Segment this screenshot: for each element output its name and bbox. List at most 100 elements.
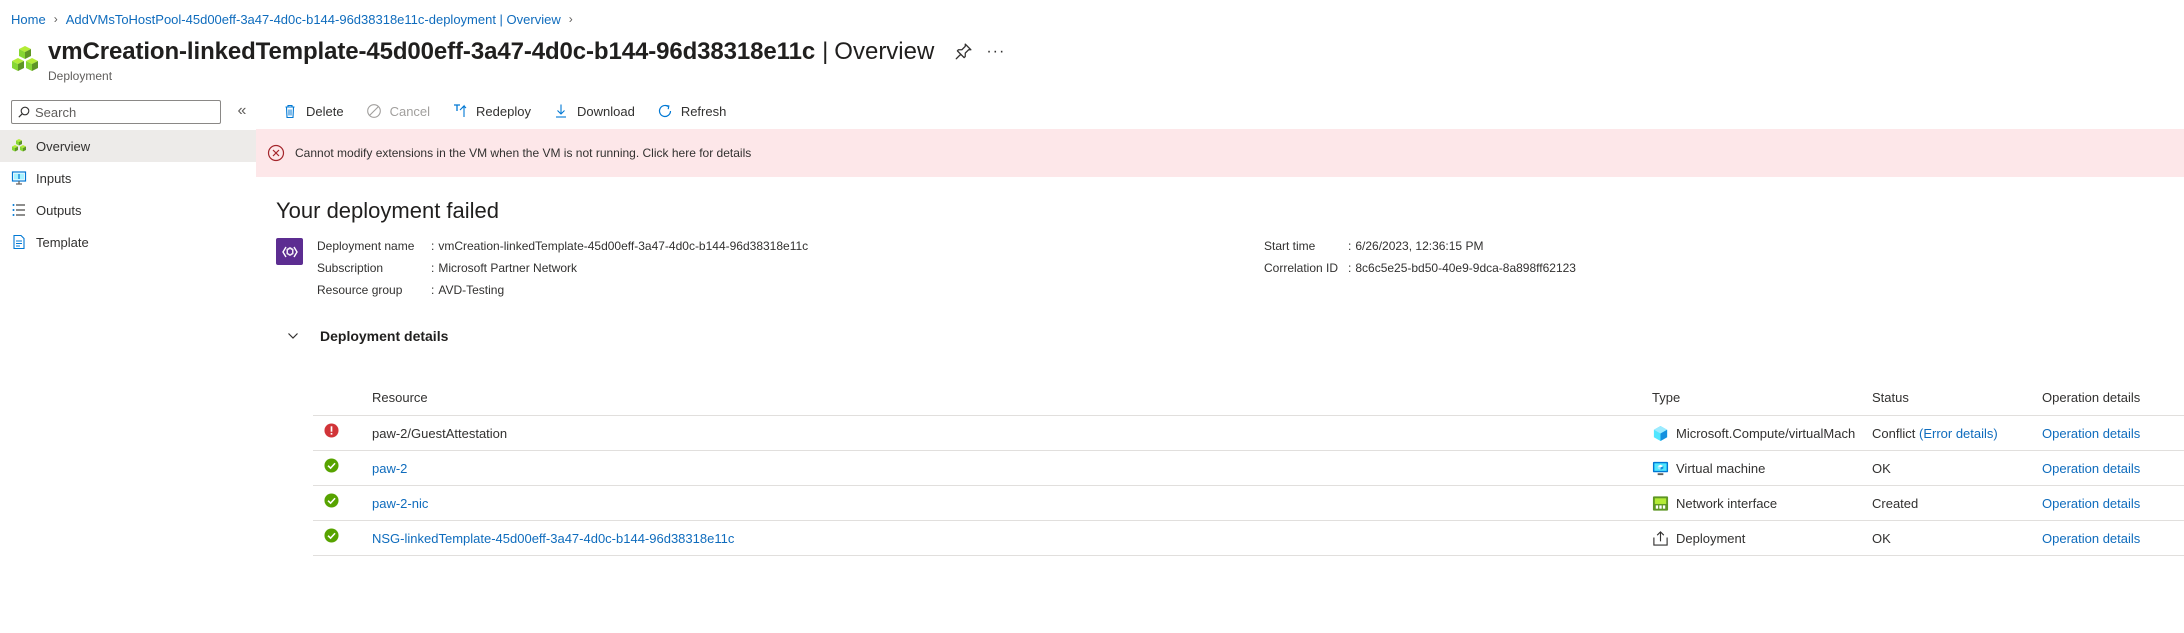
- network-interface-icon: [1652, 495, 1669, 511]
- page-title: vmCreation-linkedTemplate-45d00eff-3a47-…: [48, 38, 816, 65]
- refresh-button[interactable]: Refresh: [657, 103, 727, 119]
- row-state-cell: [313, 493, 372, 508]
- trash-icon: [285, 104, 295, 119]
- resource-type: Virtual machine: [1676, 460, 1766, 476]
- operation-details-link[interactable]: Operation details: [2042, 426, 2184, 441]
- row-state-cell: [313, 423, 372, 438]
- sidebar-item-inputs[interactable]: Inputs: [0, 162, 256, 194]
- operation-details-column-header: Operation details: [2042, 390, 2141, 405]
- download-icon: [555, 104, 566, 118]
- breadcrumb-home-link[interactable]: Home: [11, 12, 46, 27]
- property-separator: :: [1348, 239, 1352, 253]
- resource-type: Microsoft.Compute/virtualMach: [1676, 425, 1856, 441]
- row-state-cell: [313, 458, 372, 473]
- resource-type: Deployment: [1676, 530, 1746, 546]
- operation-details-link[interactable]: Operation details: [2042, 461, 2184, 476]
- table-row: paw-2/GuestAttestation Microsoft.Compute…: [313, 416, 2184, 451]
- error-banner-message: Cannot modify extensions in the VM when …: [295, 146, 752, 160]
- breadcrumb-chevron-icon: ›: [568, 12, 573, 26]
- deployment-cubes-icon: [12, 46, 38, 71]
- status-cell: OK: [1872, 461, 2042, 476]
- page-subtitle: Overview: [834, 38, 935, 65]
- subscription-label: Subscription: [317, 261, 384, 275]
- property-separator: :: [431, 239, 435, 253]
- type-cell: Network interface: [1652, 495, 1872, 512]
- resource-link[interactable]: NSG-linkedTemplate-45d00eff-3a47-4d0c-b1…: [372, 531, 1652, 546]
- error-status-icon: [324, 423, 339, 438]
- start-time-value: 6/26/2023, 12:36:15 PM: [1355, 239, 1484, 253]
- deployment-properties-right: Start time : 6/26/2023, 12:36:15 PM Corr…: [1264, 235, 1576, 279]
- type-cell: Virtual machine: [1652, 460, 1872, 477]
- type-cell: Deployment: [1652, 530, 1872, 547]
- type-column-header: Type: [1652, 390, 1681, 405]
- resource-link[interactable]: paw-2: [372, 461, 1652, 476]
- operation-details-link[interactable]: Operation details: [2042, 496, 2184, 511]
- more-options-icon[interactable]: ···: [986, 43, 1005, 61]
- virtual-machine-icon: [1652, 461, 1669, 475]
- sidebar-item-template[interactable]: Template: [0, 226, 256, 258]
- resource-group-label: Resource group: [317, 283, 403, 297]
- operation-details-link[interactable]: Operation details: [2042, 531, 2184, 546]
- search-box[interactable]: [11, 100, 221, 124]
- status-cell: OK: [1872, 531, 2042, 546]
- overview-icon: [11, 138, 27, 154]
- resource-link[interactable]: paw-2-nic: [372, 496, 1652, 511]
- sidebar-nav: Overview Inputs Outputs Template: [0, 130, 256, 258]
- status-text: OK: [1872, 460, 1891, 476]
- resource-group-link[interactable]: AVD-Testing: [438, 283, 504, 297]
- sidebar-item-label: Template: [36, 234, 89, 250]
- deployment-name-label: Deployment name: [317, 239, 415, 253]
- search-icon: [18, 106, 30, 118]
- sidebar-item-overview[interactable]: Overview: [0, 130, 256, 162]
- error-details-link[interactable]: (Error details): [1919, 426, 1998, 441]
- breadcrumb-parent-deployment-link[interactable]: AddVMsToHostPool-45d00eff-3a47-4d0c-b144…: [66, 12, 561, 27]
- deployment-status-heading: Your deployment failed: [276, 198, 500, 223]
- pin-icon[interactable]: [954, 43, 972, 61]
- refresh-label: Refresh: [680, 103, 727, 119]
- deployment-details-grid: Resource Type Status Operation details p…: [313, 380, 2184, 556]
- page-header: vmCreation-linkedTemplate-45d00eff-3a47-…: [10, 36, 1005, 83]
- error-banner[interactable]: Cannot modify extensions in the VM when …: [256, 129, 2184, 177]
- sidebar: « Overview Inputs: [0, 96, 256, 633]
- redeploy-button[interactable]: Redeploy: [452, 103, 531, 119]
- deployment-details-toggle[interactable]: Deployment details: [286, 328, 448, 344]
- template-icon: [11, 234, 27, 250]
- download-button[interactable]: Download: [553, 103, 635, 119]
- collapse-sidebar-icon[interactable]: «: [233, 100, 251, 122]
- status-column-header: Status: [1872, 390, 1909, 405]
- table-row: NSG-linkedTemplate-45d00eff-3a47-4d0c-b1…: [313, 521, 2184, 556]
- deployment-details-title: Deployment details: [320, 328, 449, 344]
- deployment-icon: [276, 238, 303, 265]
- grid-header-row: Resource Type Status Operation details: [313, 380, 2184, 416]
- table-row: paw-2 Virtual machine OK Operation detai…: [313, 451, 2184, 486]
- deployment-properties-left: Deployment name : vmCreation-linkedTempl…: [317, 235, 808, 301]
- resource-column-header: Resource: [372, 390, 428, 405]
- outputs-icon: [11, 202, 27, 218]
- sidebar-item-label: Outputs: [36, 202, 82, 218]
- cancel-icon: [366, 104, 381, 118]
- deployment-upload-icon: [1653, 530, 1668, 546]
- delete-label: Delete: [306, 103, 344, 119]
- sidebar-item-outputs[interactable]: Outputs: [0, 194, 256, 226]
- inputs-icon: [11, 170, 27, 186]
- correlation-id-label: Correlation ID: [1264, 261, 1339, 275]
- sidebar-item-label: Inputs: [36, 170, 72, 186]
- redeploy-icon: [454, 104, 467, 117]
- start-time-label: Start time: [1264, 239, 1316, 253]
- search-input[interactable]: [35, 104, 215, 120]
- refresh-icon: [658, 104, 671, 118]
- error-circle-icon: [267, 144, 285, 162]
- table-row: paw-2-nic Network interface Created Oper…: [313, 486, 2184, 521]
- subscription-link[interactable]: Microsoft Partner Network: [438, 261, 577, 275]
- download-label: Download: [576, 103, 635, 119]
- cancel-button[interactable]: Cancel: [366, 103, 430, 119]
- delete-button[interactable]: Delete: [282, 103, 344, 119]
- redeploy-label: Redeploy: [476, 103, 531, 119]
- row-state-cell: [313, 528, 372, 543]
- status-text: Conflict: [1872, 425, 1916, 441]
- status-cell: Created: [1872, 496, 2042, 511]
- resource-type: Network interface: [1676, 495, 1778, 511]
- sidebar-item-label: Overview: [36, 138, 91, 154]
- resource-type-label: Deployment: [48, 69, 113, 83]
- property-separator: :: [431, 283, 435, 297]
